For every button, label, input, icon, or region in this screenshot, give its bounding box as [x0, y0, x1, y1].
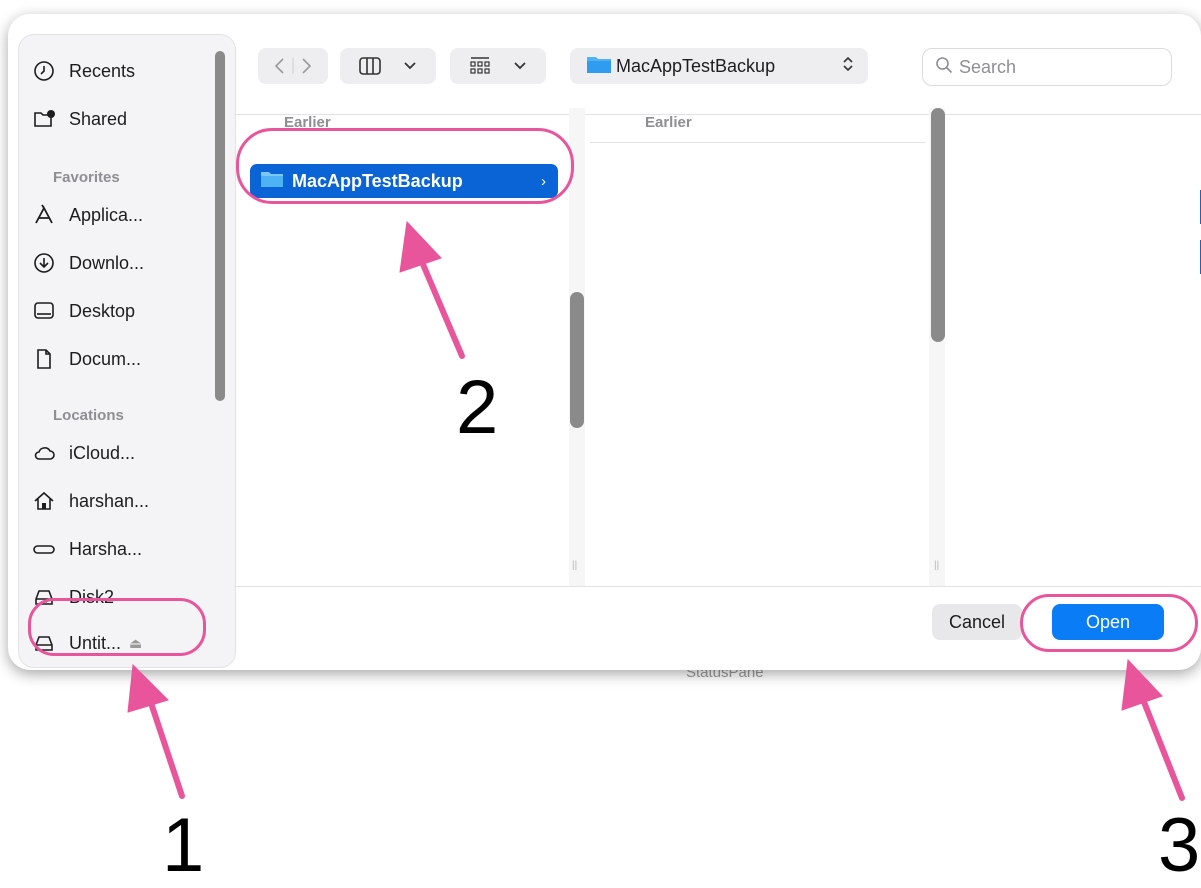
arrow-2: [419, 259, 465, 359]
annotation-number-2: 2: [456, 365, 499, 450]
arrow-3-head: [1121, 658, 1163, 711]
arrow-1: [147, 697, 185, 799]
annotation-arrows: [127, 220, 1185, 801]
arrow-3: [1141, 699, 1185, 801]
arrow-2-head: [399, 220, 442, 273]
arrow-1-head: [127, 663, 169, 713]
